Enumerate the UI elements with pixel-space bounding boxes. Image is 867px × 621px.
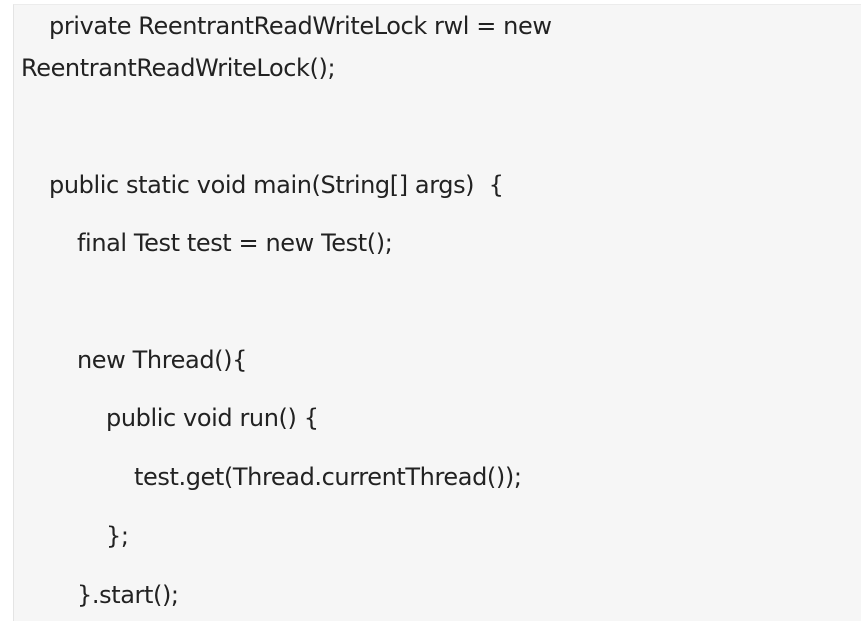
- code-line: ReentrantReadWriteLock();: [21, 54, 336, 82]
- code-line: }.start();: [77, 581, 179, 609]
- code-block: private ReentrantReadWriteLock rwl = new…: [13, 4, 861, 621]
- code-line: public static void main(String[] args) {: [49, 171, 504, 199]
- code-line: test.get(Thread.currentThread());: [134, 463, 522, 491]
- code-line: final Test test = new Test();: [77, 229, 393, 257]
- code-line: public void run() {: [106, 404, 319, 432]
- code-line: new Thread(){: [77, 346, 247, 374]
- code-line: };: [106, 522, 129, 550]
- code-line: private ReentrantReadWriteLock rwl = new: [49, 12, 552, 40]
